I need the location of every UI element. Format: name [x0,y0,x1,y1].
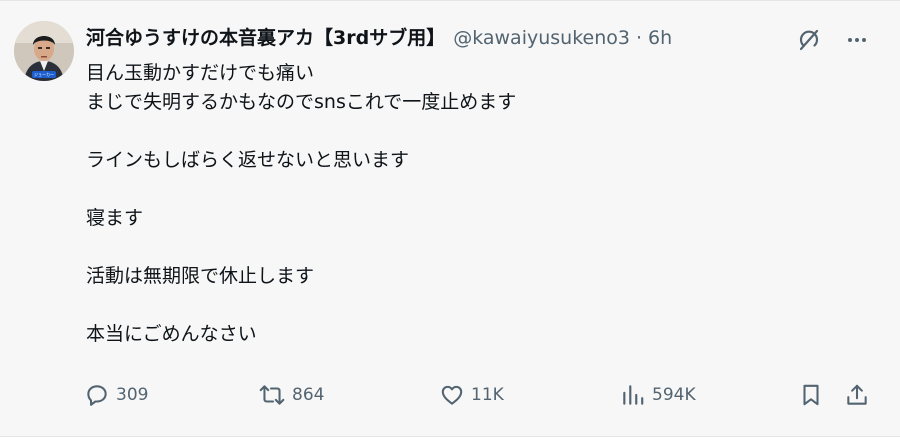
action-bar: 309 864 11K 594K [84,378,874,412]
views-button[interactable]: 594K [620,378,696,412]
like-count: 11K [471,385,504,405]
post-time[interactable]: 6h [648,23,672,53]
post-line-blank [86,233,866,262]
avatar-badge-text: ジョーカー [34,72,54,77]
more-icon [848,38,866,42]
repost-icon [259,385,285,405]
share-icon [847,384,867,405]
display-name[interactable]: 河合ゆうすけの本音裏アカ【3rdサブ用】 [86,23,445,53]
bookmark-icon [803,384,819,406]
post-line-blank [86,291,866,320]
post-header: 河合ゆうすけの本音裏アカ【3rdサブ用】 @kawaiyusukeno3 · 6… [86,23,672,53]
separator-dot: · [635,27,643,49]
post-line: 目ん玉動かすだけでも痛い [86,62,315,84]
reply-icon [87,385,107,406]
grok-button[interactable] [794,25,824,55]
repost-button[interactable]: 864 [258,378,324,412]
avatar[interactable]: ジョーカー [14,21,74,81]
post-text: 目ん玉動かすだけでも痛い まじで失明するかもなのでsnsこれで一度止めます ライ… [86,59,866,349]
views-icon [623,385,644,405]
post-line-blank [86,175,866,204]
post-line: 活動は無期限で休止します [86,265,315,287]
share-button[interactable] [844,378,870,412]
post-line: 寝ます [86,207,144,229]
repost-count: 864 [292,385,325,405]
bookmark-button[interactable] [798,378,824,412]
header-icons [794,25,872,55]
heart-icon [441,385,463,405]
post-line: まじで失明するかもなのでsnsこれで一度止めます [86,91,517,113]
reply-count: 309 [116,385,149,405]
reply-button[interactable]: 309 [84,378,148,412]
post-line: 本当にごめんなさい [86,323,257,345]
grok-icon [799,29,819,51]
user-handle[interactable]: @kawaiyusukeno3 [453,23,630,53]
post-line-blank [86,117,866,146]
like-button[interactable]: 11K [439,378,504,412]
tweet: ジョーカー 河合ゆうすけの本音裏アカ【3rdサブ用】 @kawaiyusuken… [0,0,900,437]
post-line: ラインもしばらく返せないと思います [86,149,410,171]
more-button[interactable] [842,25,872,55]
views-count: 594K [652,385,696,405]
